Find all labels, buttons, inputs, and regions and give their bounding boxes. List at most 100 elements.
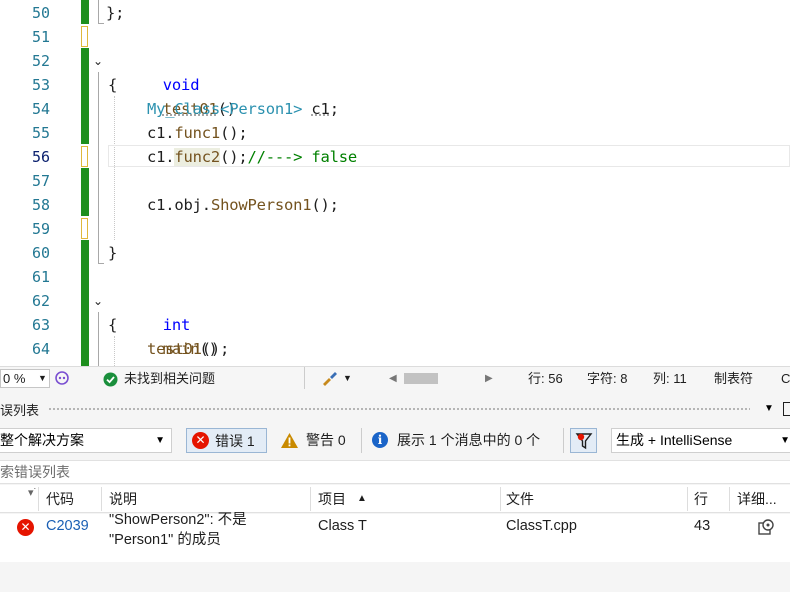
horizontal-scrollbar-thumb[interactable] — [404, 373, 438, 384]
scroll-left-icon[interactable]: ◀ — [389, 367, 397, 390]
table-row[interactable]: ✕ C2039 "ShowPerson2": 不是 "Person1" 的成员 … — [0, 512, 790, 562]
error-icon: ✕ — [17, 519, 34, 536]
column-divider — [729, 487, 730, 511]
error-description-line2: "Person1" 的成员 — [109, 532, 221, 548]
error-icon: ✕ — [192, 432, 209, 449]
code-text: c1.obj. — [147, 196, 211, 214]
scroll-right-icon[interactable]: ▶ — [485, 367, 493, 390]
filter-button[interactable] — [570, 428, 597, 453]
column-header-file[interactable]: 文件 — [506, 485, 534, 513]
divider — [361, 428, 362, 453]
variable-name: c1 — [311, 100, 330, 118]
function-name: func2 — [174, 148, 221, 166]
divider — [563, 428, 564, 453]
sort-indicator-icon[interactable]: ▾˙ — [28, 485, 37, 513]
chevron-down-icon: ▼ — [38, 373, 47, 383]
code-editor[interactable]: 50 }; 51 52 ⌄ void test01() 53 { 54 My_C… — [0, 0, 790, 366]
messages-filter-button[interactable]: i 展示 1 个消息中的 0 个 — [370, 428, 560, 453]
char-indicator[interactable]: 字符: 8 — [587, 367, 627, 390]
messages-count-label: 展示 1 个消息中的 0 个 — [397, 432, 541, 448]
code-line[interactable]: 59 — [0, 217, 790, 241]
column-header-details[interactable]: 详细... — [737, 485, 777, 513]
code-line[interactable]: 55 c1.func1(); — [0, 121, 790, 145]
code-line[interactable]: 54 My_Class<Person1> c1; — [0, 97, 790, 121]
code-text: > — [293, 100, 303, 118]
error-code-link[interactable]: C2039 — [46, 518, 89, 534]
line-number: 61 — [31, 268, 50, 286]
code-line-current[interactable]: 56 c1.func2();//---> false — [0, 145, 790, 169]
code-text: { — [108, 316, 118, 334]
code-line[interactable]: 51 — [0, 25, 790, 49]
zoom-value: 0 % — [3, 371, 26, 386]
code-line[interactable]: 57 — [0, 169, 790, 193]
filter-icon — [575, 433, 593, 450]
code-line[interactable]: 62 ⌄ int main() — [0, 289, 790, 358]
chevron-down-icon: ▼ — [780, 435, 790, 446]
code-text: { — [108, 76, 118, 94]
column-indicator[interactable]: 列: 11 — [653, 367, 687, 390]
code-text: }; — [106, 4, 125, 22]
pin-icon[interactable] — [783, 402, 790, 416]
issues-status-text[interactable]: 未找到相关问题 — [124, 367, 215, 390]
column-header-project[interactable]: 项目 — [318, 485, 346, 513]
column-header-code[interactable]: 代码 — [46, 485, 74, 513]
line-number: 62 — [31, 292, 50, 310]
code-text: < — [220, 100, 230, 118]
online-help-icon[interactable] — [757, 518, 775, 536]
error-file: ClassT.cpp — [506, 518, 577, 534]
build-filter-value: 生成 + IntelliSense — [616, 432, 733, 448]
column-header-line[interactable]: 行 — [694, 485, 708, 513]
function-name: test01 — [147, 340, 202, 358]
code-line[interactable]: 64 test01(); — [0, 337, 790, 361]
line-number: 59 — [31, 220, 50, 238]
scope-dropdown[interactable]: 整个解决方案 ▼ — [0, 428, 172, 453]
sort-ascending-icon: ▲ — [357, 493, 367, 504]
collapse-chevron-icon[interactable]: ⌄ — [91, 289, 105, 313]
line-ending-indicator[interactable]: C — [781, 367, 790, 390]
code-line[interactable]: 63 { — [0, 313, 790, 337]
search-error-list-input[interactable]: 索错误列表 — [0, 460, 790, 484]
line-number: 57 — [31, 172, 50, 190]
info-icon: i — [372, 432, 388, 448]
column-divider — [101, 487, 102, 511]
error-project: Class T — [318, 518, 367, 534]
type-name: My_Class — [147, 100, 221, 118]
line-number: 50 — [31, 4, 50, 22]
code-comment: //---> false — [247, 148, 358, 166]
code-line[interactable]: 50 }; — [0, 1, 790, 25]
code-line[interactable]: 61 — [0, 265, 790, 289]
warnings-filter-button[interactable]: 警告 0 — [278, 428, 358, 453]
panel-menu-chevron-icon[interactable]: ▼ — [764, 403, 774, 414]
line-number: 60 — [31, 244, 50, 262]
build-intellisense-dropdown[interactable]: 生成 + IntelliSense ▼ — [611, 428, 790, 453]
column-divider — [687, 487, 688, 511]
errors-filter-button[interactable]: ✕ 错误 1 — [186, 428, 267, 453]
code-line[interactable]: 52 ⌄ void test01() — [0, 49, 790, 118]
panel-drag-grip[interactable] — [48, 407, 750, 412]
function-name: ShowPerson1 — [210, 196, 312, 214]
code-text: c1. — [147, 124, 175, 142]
divider — [304, 367, 305, 389]
code-text: (); — [201, 340, 230, 358]
column-divider — [310, 487, 311, 511]
tabs-indicator[interactable]: 制表符 — [714, 367, 753, 390]
editor-status-bar: 0 % ▼ 未找到相关问题 ▼ ◀ ▶ 行: 56 字符: 8 列: 11 制表… — [0, 366, 790, 390]
warning-icon — [281, 433, 298, 448]
line-number: 56 — [31, 148, 50, 166]
code-text: c1. — [147, 148, 175, 166]
chevron-down-icon: ▼ — [155, 435, 165, 446]
line-indicator[interactable]: 行: 56 — [528, 367, 563, 390]
column-divider — [500, 487, 501, 511]
code-line[interactable]: 58 c1.obj.ShowPerson1(); — [0, 193, 790, 217]
zoom-dropdown[interactable]: 0 % ▼ — [0, 369, 50, 388]
warnings-count-label: 警告 0 — [306, 432, 346, 448]
code-line[interactable]: 53 { — [0, 73, 790, 97]
chevron-down-icon[interactable]: ▼ — [343, 367, 352, 390]
panel-title: 误列表 — [0, 403, 40, 418]
column-divider — [38, 487, 39, 511]
line-number: 58 — [31, 196, 50, 214]
search-placeholder: 索错误列表 — [0, 464, 70, 480]
error-line: 43 — [694, 518, 711, 534]
collapse-chevron-icon[interactable]: ⌄ — [91, 49, 105, 73]
code-line[interactable]: 60 } — [0, 241, 790, 265]
